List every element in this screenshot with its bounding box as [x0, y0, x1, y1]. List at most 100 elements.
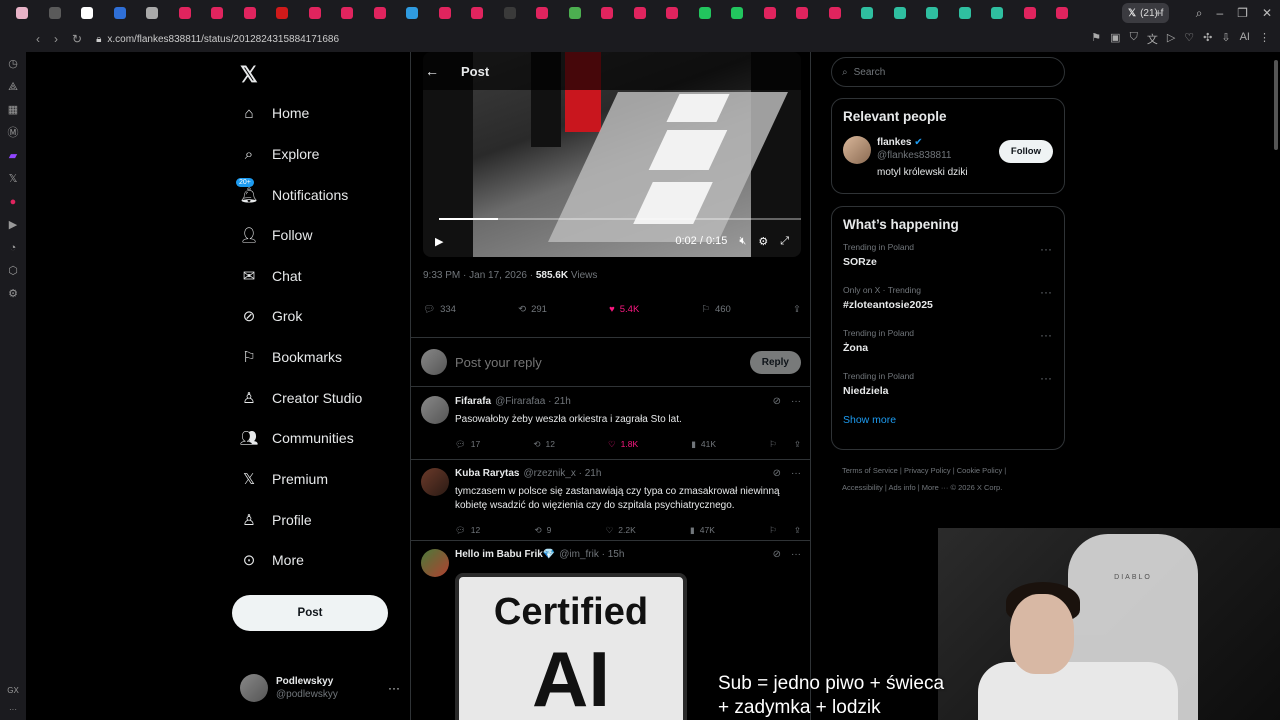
share-icon[interactable]: ⇪: [794, 525, 801, 536]
translate-icon[interactable]: 文: [1147, 31, 1158, 47]
browser-tab[interactable]: [331, 0, 364, 26]
more-horizontal-icon[interactable]: ···: [1040, 371, 1052, 385]
repost-action[interactable]: ⟲ 291: [518, 304, 547, 315]
browser-tab[interactable]: [949, 0, 982, 26]
account-switcher[interactable]: Podlewskyy @podlewskyy ···: [240, 674, 400, 702]
browser-tab[interactable]: [786, 0, 819, 26]
browser-tab[interactable]: [266, 0, 299, 26]
browser-tab[interactable]: [656, 0, 689, 26]
menu-icon[interactable]: ⋮: [1259, 31, 1270, 47]
rail-twitch-icon[interactable]: ▰: [9, 150, 17, 163]
browser-tab[interactable]: [721, 0, 754, 26]
rail-settings-icon[interactable]: ⚙: [8, 288, 18, 301]
tweet-author-handle[interactable]: @Firarafaa · 21h: [495, 396, 571, 407]
browser-tab[interactable]: [851, 0, 884, 26]
browser-tab[interactable]: [6, 0, 39, 26]
nav-item-more[interactable]: ⊙ More: [240, 551, 304, 569]
post-button[interactable]: Post: [232, 595, 388, 631]
footer-line[interactable]: Accessibility | Ads info | More ··· © 20…: [842, 479, 1062, 496]
trend-item[interactable]: Trending in Poland Niedziela ···: [832, 365, 1064, 408]
grok-icon[interactable]: ⊘: [773, 549, 781, 560]
grok-icon[interactable]: ⊘: [773, 468, 781, 479]
browser-tab[interactable]: [169, 0, 202, 26]
ai-icon[interactable]: AI: [1240, 31, 1250, 47]
rail-aria-icon[interactable]: ⟁: [8, 81, 18, 94]
trend-item[interactable]: Trending in Poland Żona ···: [832, 322, 1064, 365]
reply-button[interactable]: Reply: [749, 350, 801, 374]
repost-action[interactable]: ⟲ 9: [535, 522, 552, 538]
browser-tab[interactable]: [299, 0, 332, 26]
tweet-author-handle[interactable]: @rzeznik_x · 21h: [523, 468, 601, 479]
rail-m-icon[interactable]: Ⓜ: [8, 127, 19, 140]
browser-tab[interactable]: [364, 0, 397, 26]
maximize-icon[interactable]: ❐: [1237, 6, 1248, 20]
nav-item-explore[interactable]: ⌕ Explore: [240, 145, 320, 163]
browser-tab[interactable]: [819, 0, 852, 26]
reply-action[interactable]: 💬︎ 334: [423, 304, 456, 315]
tweet-author-handle[interactable]: @im_frik · 15h: [559, 549, 624, 560]
scrollbar[interactable]: [1274, 60, 1278, 150]
views-action[interactable]: ▮ 41K: [691, 436, 716, 452]
bookmark-icon[interactable]: ⚐: [769, 439, 777, 450]
browser-tab[interactable]: [396, 0, 429, 26]
rail-gx-icon[interactable]: GX: [7, 686, 19, 695]
nav-item-creator-studio[interactable]: ♙ Creator Studio: [240, 389, 362, 407]
puzzle-icon[interactable]: ✣: [1203, 31, 1212, 47]
back-icon[interactable]: ‹: [36, 32, 40, 46]
avatar[interactable]: [843, 136, 871, 164]
tweet-author-name[interactable]: Kuba Rarytas: [455, 468, 519, 479]
post-timestamp[interactable]: 9:33 PM · Jan 17, 2026 ·: [423, 270, 536, 281]
nav-item-grok[interactable]: ⊘ Grok: [240, 307, 303, 325]
reload-icon[interactable]: ↻: [72, 32, 82, 46]
bookmark-page-icon[interactable]: ⚑: [1091, 31, 1101, 47]
browser-tab[interactable]: [591, 0, 624, 26]
avatar[interactable]: [421, 549, 449, 577]
search-input[interactable]: ⌕ Search: [831, 57, 1065, 87]
more-horizontal-icon[interactable]: ···: [1040, 242, 1052, 256]
like-action[interactable]: ♡ 2.2K: [606, 522, 636, 538]
repost-action[interactable]: ⟲ 12: [533, 436, 555, 452]
nav-item-notifications[interactable]: 🔔︎ 20+ Notifications: [236, 178, 348, 204]
play-icon[interactable]: ▶: [435, 235, 443, 248]
download-icon[interactable]: ⇩: [1221, 31, 1230, 47]
reply-action[interactable]: 💬︎ 12: [455, 522, 480, 538]
tweet-author-name[interactable]: Fifarafa: [455, 396, 491, 407]
grok-icon[interactable]: ⊘: [773, 396, 781, 407]
person-handle[interactable]: @flankes838811: [877, 149, 968, 162]
heart-icon[interactable]: ♡: [1184, 31, 1194, 47]
url-field[interactable]: 🔒︎ x.com/flankes838811/status/2012824315…: [96, 34, 339, 45]
bookmark-icon[interactable]: ⚐: [769, 525, 777, 536]
rail-more-icon[interactable]: ···: [9, 705, 17, 714]
extension-icon[interactable]: ▣: [1110, 31, 1120, 47]
browser-tab[interactable]: [1014, 0, 1047, 26]
browser-tab[interactable]: [754, 0, 787, 26]
nav-item-bookmarks[interactable]: ⚐ Bookmarks: [240, 348, 342, 366]
nav-item-premium[interactable]: 𝕏 Premium: [240, 470, 328, 488]
browser-tab[interactable]: [884, 0, 917, 26]
forward-icon[interactable]: ›: [54, 32, 58, 46]
reply-input[interactable]: [455, 354, 742, 370]
trend-item[interactable]: Only on X · Trending #zloteantosie2025 ···: [832, 279, 1064, 322]
browser-tab[interactable]: [104, 0, 137, 26]
like-action[interactable]: ♥ 5.4K: [609, 304, 639, 315]
person-name[interactable]: flankes: [877, 137, 911, 148]
more-horizontal-icon[interactable]: ···: [1040, 285, 1052, 299]
avatar[interactable]: [421, 396, 449, 424]
browser-tab[interactable]: [429, 0, 462, 26]
browser-tab[interactable]: [526, 0, 559, 26]
nav-item-follow[interactable]: 👤︎ Follow: [239, 226, 312, 244]
views-action[interactable]: ▮ 47K: [690, 522, 715, 538]
video-progress-bar[interactable]: [439, 218, 801, 220]
minimize-icon[interactable]: –: [1216, 6, 1223, 20]
trend-item[interactable]: Trending in Poland SORze ···: [832, 236, 1064, 279]
x-logo-icon[interactable]: 𝕏: [240, 62, 258, 88]
browser-tab[interactable]: [1046, 0, 1079, 26]
search-tabs-icon[interactable]: ⌕: [1196, 6, 1203, 21]
show-more-link[interactable]: Show more: [832, 408, 1064, 438]
more-horizontal-icon[interactable]: ···: [388, 681, 400, 695]
browser-tab[interactable]: [916, 0, 949, 26]
follow-button[interactable]: Follow: [998, 140, 1053, 163]
browser-tab[interactable]: [39, 0, 72, 26]
rail-x-icon[interactable]: 𝕏: [9, 173, 18, 186]
nav-item-communities[interactable]: 👥︎ Communities: [239, 429, 353, 447]
